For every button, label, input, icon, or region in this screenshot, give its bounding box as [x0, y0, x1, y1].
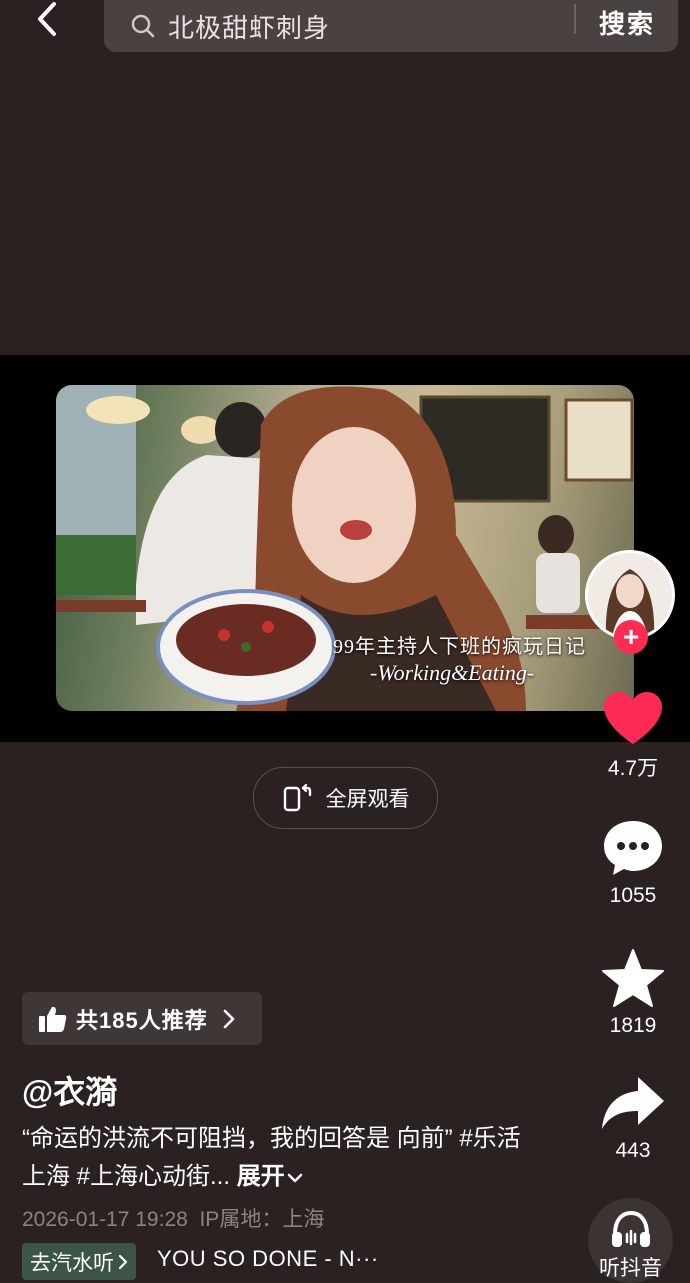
video-scene-image [56, 385, 634, 711]
video-caption-title: 99年主持人下班的疯玩日记 [333, 636, 586, 658]
recommend-label: 共185人推荐 [76, 1007, 208, 1033]
recommend-chip[interactable]: 共185人推荐 [22, 992, 262, 1045]
search-bar[interactable]: 北极甜虾刺身 搜索 [104, 0, 678, 52]
fullscreen-label: 全屏观看 [325, 788, 410, 811]
thumbs-up-icon [39, 1006, 67, 1032]
chevron-right-icon [223, 1009, 235, 1028]
chevron-down-icon [287, 1173, 302, 1183]
fullscreen-button[interactable]: 全屏观看 [253, 767, 438, 829]
music-chip[interactable]: 去汽水听 [22, 1243, 136, 1280]
search-divider [574, 4, 576, 34]
like-button[interactable]: 4.7万 [595, 690, 671, 782]
listen-douyin-button[interactable]: 听抖音 [588, 1198, 673, 1283]
like-count: 4.7万 [607, 757, 659, 780]
back-button[interactable] [22, 0, 72, 40]
share-arrow-icon [602, 1077, 664, 1129]
share-count: 443 [615, 1139, 651, 1162]
search-icon [131, 14, 155, 38]
music-chip-label: 去汽水听 [30, 1251, 114, 1275]
music-title[interactable]: YOU SO DONE - N··· [157, 1246, 379, 1272]
comment-count: 1055 [609, 884, 657, 907]
video-thumbnail[interactable] [56, 385, 634, 711]
expand-button[interactable]: 展开 [237, 1163, 303, 1190]
search-button[interactable]: 搜索 [599, 4, 655, 41]
heart-icon [604, 692, 662, 744]
author-name[interactable]: @衣漪 [22, 1067, 117, 1113]
expand-label: 展开 [236, 1163, 285, 1190]
share-button[interactable]: 443 [595, 1075, 671, 1163]
chevron-right-icon [118, 1254, 128, 1269]
comment-button[interactable]: 1055 [595, 818, 671, 908]
fullscreen-rotate-icon [283, 783, 311, 812]
search-query[interactable]: 北极甜虾刺身 [168, 8, 330, 45]
star-icon [602, 949, 664, 1007]
post-description[interactable]: “命运的洪流不可阻挡，我的回答是 向前” #乐活上海 #上海心动街... 展开 [22, 1120, 522, 1196]
follow-button[interactable]: + [614, 620, 648, 654]
comment-icon [604, 821, 662, 875]
video-caption-subtitle: -Working&Eating- [370, 660, 535, 685]
headphones-icon [611, 1210, 650, 1247]
favorite-count: 1819 [609, 1014, 657, 1037]
chevron-left-icon [38, 2, 56, 36]
post-meta: 2026-01-17 19:28 IP属地：上海 [22, 1208, 325, 1231]
listen-douyin-label: 听抖音 [599, 1257, 662, 1280]
favorite-button[interactable]: 1819 [595, 948, 671, 1038]
